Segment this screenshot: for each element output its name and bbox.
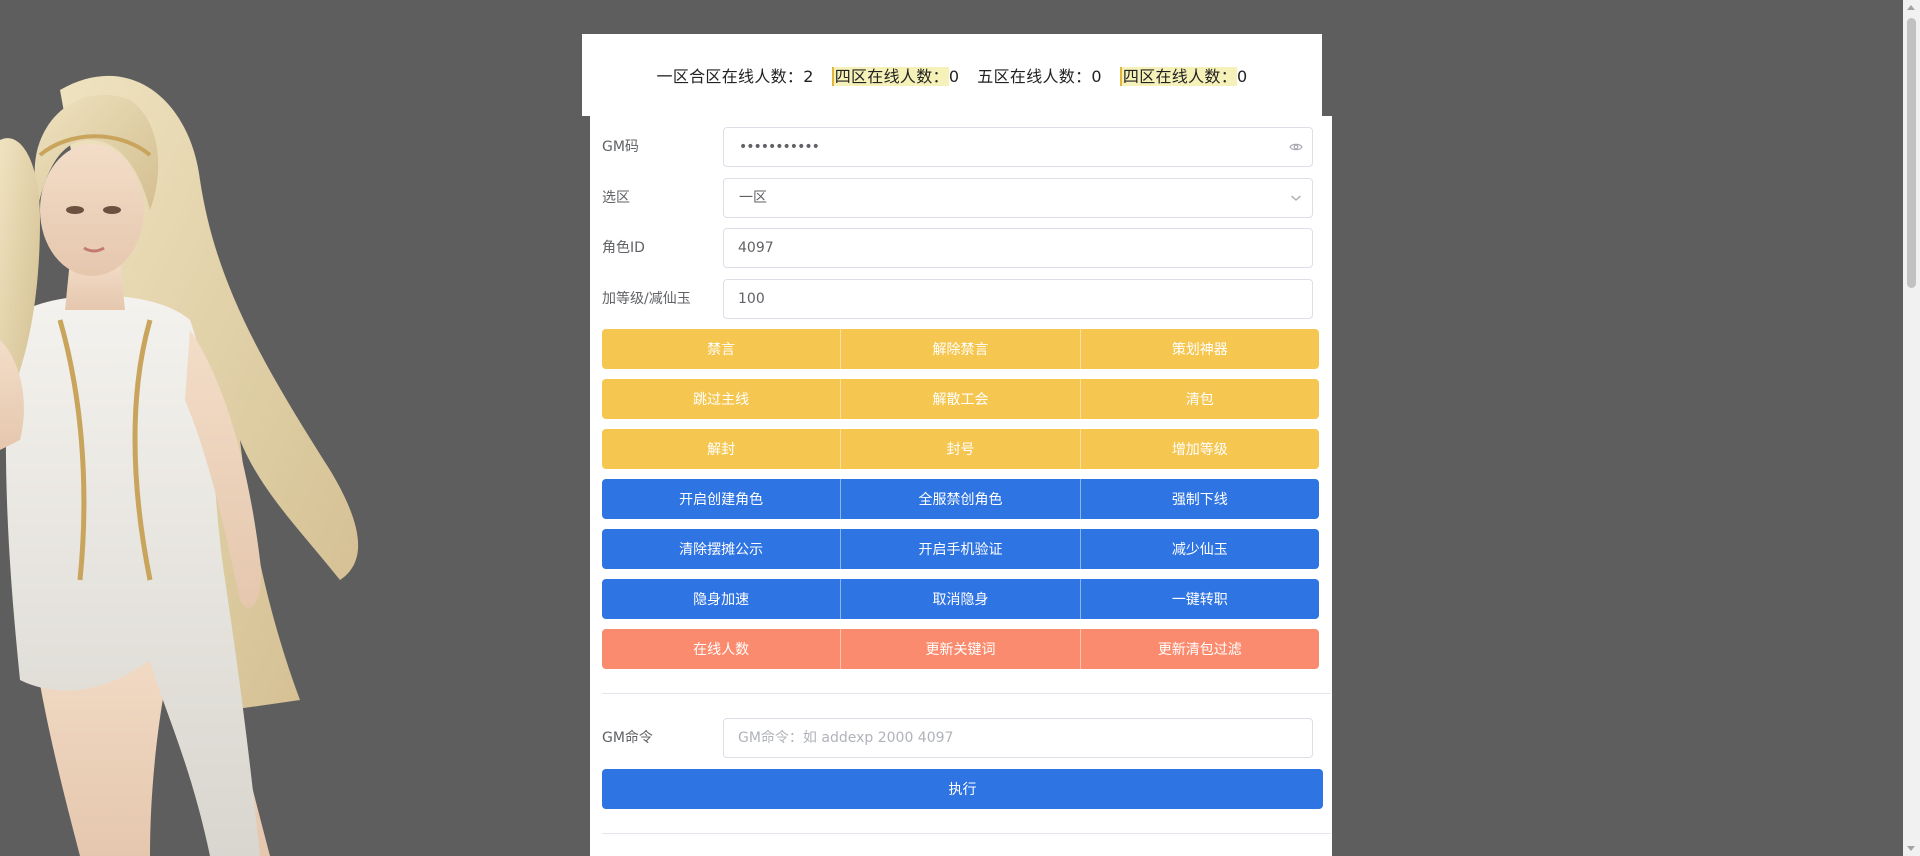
gm-code-field[interactable]: •••••••••••: [723, 127, 1313, 167]
chevron-down-icon: [1288, 190, 1304, 206]
gm-code-value: •••••••••••: [739, 139, 820, 155]
ban-account-button[interactable]: 封号: [840, 429, 1080, 469]
update-keywords-button[interactable]: 更新关键词: [840, 629, 1080, 669]
scroll-down-icon[interactable]: [1907, 846, 1915, 851]
zone-online-count: 四区在线人数：0: [1119, 63, 1248, 87]
divider: [602, 693, 1331, 694]
disband-guild-button[interactable]: 解散工会: [840, 379, 1080, 419]
gm-command-field[interactable]: [723, 718, 1313, 758]
force-offline-button[interactable]: 强制下线: [1079, 479, 1319, 519]
character-illustration: [0, 75, 359, 856]
amount-field[interactable]: [723, 279, 1313, 319]
action-button-row: 在线人数 更新关键词 更新清包过滤: [602, 629, 1319, 669]
action-button-row: 解封 封号 增加等级: [602, 429, 1319, 469]
role-id-input[interactable]: [724, 229, 1278, 267]
scroll-thumb[interactable]: [1907, 18, 1916, 288]
amount-row: 加等级/减仙玉: [590, 279, 1332, 319]
action-button-row: 清除摆摊公示 开启手机验证 减少仙玉: [602, 529, 1319, 569]
role-id-field[interactable]: [723, 228, 1313, 268]
page-scrollbar[interactable]: [1903, 0, 1920, 856]
update-bag-filter-button[interactable]: 更新清包过滤: [1079, 629, 1319, 669]
zone-select[interactable]: 一区: [723, 178, 1313, 218]
disable-create-role-button[interactable]: 全服禁创角色: [840, 479, 1080, 519]
enable-phone-verify-button[interactable]: 开启手机验证: [840, 529, 1080, 569]
planner-artifact-button[interactable]: 策划神器: [1079, 329, 1319, 369]
amount-input[interactable]: [724, 280, 1278, 318]
divider: [602, 833, 1331, 834]
amount-label: 加等级/减仙玉: [602, 291, 691, 307]
clear-bag-button[interactable]: 清包: [1079, 379, 1319, 419]
clear-stall-notice-button[interactable]: 清除摆摊公示: [602, 529, 841, 569]
zone-select-value: 一区: [739, 190, 767, 206]
enable-create-role-button[interactable]: 开启创建角色: [602, 479, 841, 519]
zone-online-count: 五区在线人数：0: [977, 67, 1102, 86]
online-count-header: 一区合区在线人数：2 四区在线人数：0 五区在线人数：0 四区在线人数：0: [582, 34, 1322, 116]
gm-code-label: GM码: [602, 139, 639, 155]
gm-command-label: GM命令: [602, 730, 653, 746]
action-button-row: 开启创建角色 全服禁创角色 强制下线: [602, 479, 1319, 519]
eye-icon[interactable]: [1288, 139, 1304, 155]
gm-code-row: GM码 •••••••••••: [590, 127, 1332, 167]
one-click-transfer-button[interactable]: 一键转职: [1079, 579, 1319, 619]
gm-panel: GM码 ••••••••••• 选区 一区 角色ID 4097 加等级/减仙玉 …: [590, 116, 1332, 856]
skip-main-quest-button[interactable]: 跳过主线: [602, 379, 841, 419]
role-id-label: 角色ID: [602, 240, 645, 256]
zone-online-count: 四区在线人数：0: [831, 63, 960, 87]
role-id-row: 角色ID: [590, 228, 1332, 268]
action-button-row: 禁言 解除禁言 策划神器: [602, 329, 1319, 369]
scroll-up-icon[interactable]: [1907, 5, 1915, 10]
stealth-speed-button[interactable]: 隐身加速: [602, 579, 841, 619]
gm-command-input[interactable]: [724, 719, 1278, 757]
action-button-row: 隐身加速 取消隐身 一键转职: [602, 579, 1319, 619]
zone-select-label: 选区: [602, 190, 630, 206]
mute-button[interactable]: 禁言: [602, 329, 841, 369]
online-count-button[interactable]: 在线人数: [602, 629, 841, 669]
zone-select-row: 选区 一区: [590, 178, 1332, 218]
unmute-button[interactable]: 解除禁言: [840, 329, 1080, 369]
cancel-stealth-button[interactable]: 取消隐身: [840, 579, 1080, 619]
unban-button[interactable]: 解封: [602, 429, 841, 469]
action-button-row: 跳过主线 解散工会 清包: [602, 379, 1319, 419]
page: 一区合区在线人数：2 四区在线人数：0 五区在线人数：0 四区在线人数：0 GM…: [0, 0, 1920, 856]
add-level-button[interactable]: 增加等级: [1079, 429, 1319, 469]
gm-command-row: GM命令: [590, 718, 1332, 758]
zone-online-count: 一区合区在线人数：2: [656, 67, 814, 86]
execute-button[interactable]: 执行: [602, 769, 1323, 809]
reduce-jade-button[interactable]: 减少仙玉: [1079, 529, 1319, 569]
